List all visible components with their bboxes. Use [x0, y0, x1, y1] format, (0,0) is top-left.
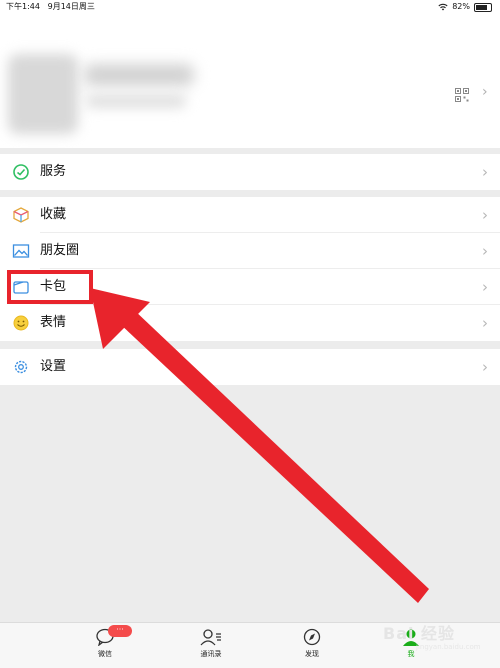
status-date: 9月14日周三: [47, 2, 95, 11]
chevron-right-icon: ›: [482, 206, 488, 224]
chevron-right-icon: ›: [482, 278, 488, 296]
highlight-box-annotation: [7, 270, 93, 304]
compass-icon: [303, 628, 321, 646]
menu-item-stickers[interactable]: 表情 ›: [0, 305, 500, 341]
watermark: Bai 经验: [383, 624, 456, 643]
profile-name-blurred: [84, 64, 194, 86]
chevron-right-icon: ›: [482, 358, 488, 376]
status-time: 下午1:44: [6, 2, 40, 11]
wifi-icon: [438, 3, 448, 11]
tab-contacts[interactable]: 通讯录: [186, 628, 236, 659]
tab-label-contacts: 通讯录: [200, 650, 222, 658]
qr-code-icon[interactable]: [455, 88, 469, 102]
chevron-right-icon: ›: [482, 84, 488, 100]
tab-label-discover: 发现: [305, 650, 319, 658]
menu-label-services: 服务: [40, 164, 67, 179]
menu-item-moments[interactable]: 朋友圈 ›: [0, 233, 500, 269]
avatar[interactable]: [8, 54, 78, 134]
menu-label-moments: 朋友圈: [40, 243, 80, 258]
chevron-right-icon: ›: [482, 314, 488, 332]
service-check-icon: [13, 164, 29, 180]
gear-icon: [14, 360, 28, 374]
status-right: 82%: [438, 0, 492, 14]
battery-icon: [474, 2, 492, 12]
menu-label-settings: 设置: [40, 359, 67, 374]
tab-discover[interactable]: 发现: [287, 628, 337, 659]
tab-label-chats: 微信: [98, 650, 112, 658]
chevron-right-icon: ›: [482, 163, 488, 181]
status-time-date: 下午1:44 9月14日周三: [6, 0, 95, 14]
profile-id-blurred: [86, 94, 186, 108]
menu-label-favorites: 收藏: [40, 207, 67, 222]
menu-item-settings[interactable]: 设置 ›: [0, 349, 500, 385]
menu-item-services[interactable]: 服务 ›: [0, 154, 500, 190]
contacts-icon: [200, 629, 221, 646]
profile-header[interactable]: ›: [0, 14, 500, 148]
battery-percent: 82%: [452, 2, 470, 11]
cube-icon: [13, 207, 29, 223]
unread-badge: ···: [108, 625, 132, 637]
status-bar: 下午1:44 9月14日周三 82%: [0, 0, 500, 14]
menu-item-favorites[interactable]: 收藏 ›: [0, 197, 500, 233]
menu-label-stickers: 表情: [40, 315, 67, 330]
smiley-icon: [13, 315, 29, 331]
watermark-url: jingyan.baidu.com: [416, 643, 481, 651]
image-icon: [12, 244, 30, 258]
chevron-right-icon: ›: [482, 242, 488, 260]
